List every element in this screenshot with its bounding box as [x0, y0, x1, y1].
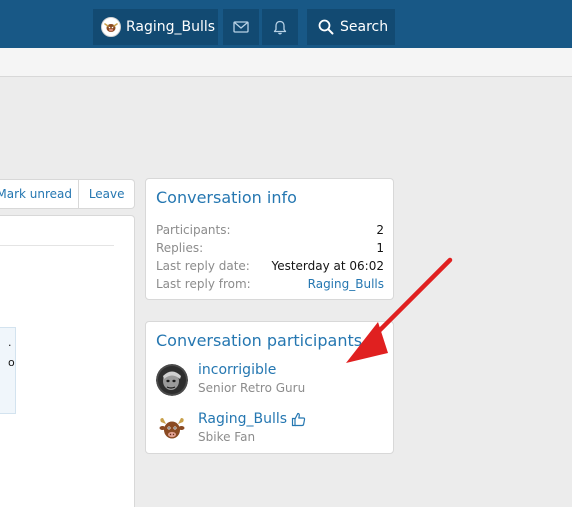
participant-name-row: Raging_Bulls: [198, 411, 306, 427]
fragment-text-line2: o: [8, 356, 15, 369]
participant-item: Raging_Bulls Sbike Fan: [156, 411, 306, 445]
search-button[interactable]: Search: [307, 9, 395, 45]
participant-avatar-raging-bulls[interactable]: [156, 413, 188, 445]
fragment-text-line1: .: [8, 336, 12, 349]
username-label: Raging_Bulls: [126, 19, 216, 35]
inbox-button[interactable]: [223, 9, 259, 45]
user-menu-button[interactable]: Raging_Bulls: [93, 9, 218, 45]
participant-avatar-incorrigible[interactable]: [156, 364, 188, 396]
top-navigation-bar: Raging_Bulls Search: [0, 0, 572, 48]
leave-button[interactable]: Leave: [79, 180, 134, 208]
conversation-messages-block: . o: [0, 215, 135, 507]
info-value: 2: [376, 223, 384, 237]
message-quote-fragment: . o: [0, 327, 16, 414]
annotation-arrow-icon: [346, 257, 453, 363]
info-label: Last reply from:: [156, 277, 251, 291]
user-avatar-small: [101, 17, 121, 37]
bell-icon: [273, 20, 287, 34]
participant-name-link[interactable]: incorrigible: [198, 362, 305, 378]
thumbs-up-icon: [291, 412, 306, 427]
mark-unread-button[interactable]: Mark unread: [0, 180, 80, 208]
envelope-icon: [233, 21, 249, 33]
participant-user-title: Senior Retro Guru: [198, 381, 306, 395]
participant-item: incorrigible Senior Retro Guru: [156, 362, 305, 396]
alerts-button[interactable]: [262, 9, 298, 45]
participant-name-link[interactable]: Raging_Bulls: [198, 411, 287, 427]
info-label: Participants:: [156, 223, 231, 237]
block-divider: [0, 245, 114, 246]
conversation-actions: Mark unread Leave: [0, 179, 135, 209]
sub-navigation-bar: [0, 48, 572, 77]
search-label: Search: [340, 19, 389, 35]
info-label: Last reply date:: [156, 259, 250, 273]
search-icon: [318, 19, 334, 35]
conversation-info-title: Conversation info: [156, 188, 297, 207]
info-label: Replies:: [156, 241, 204, 255]
participant-user-title: Sbike Fan: [198, 430, 256, 444]
info-row-participants: Participants: 2: [156, 223, 384, 241]
